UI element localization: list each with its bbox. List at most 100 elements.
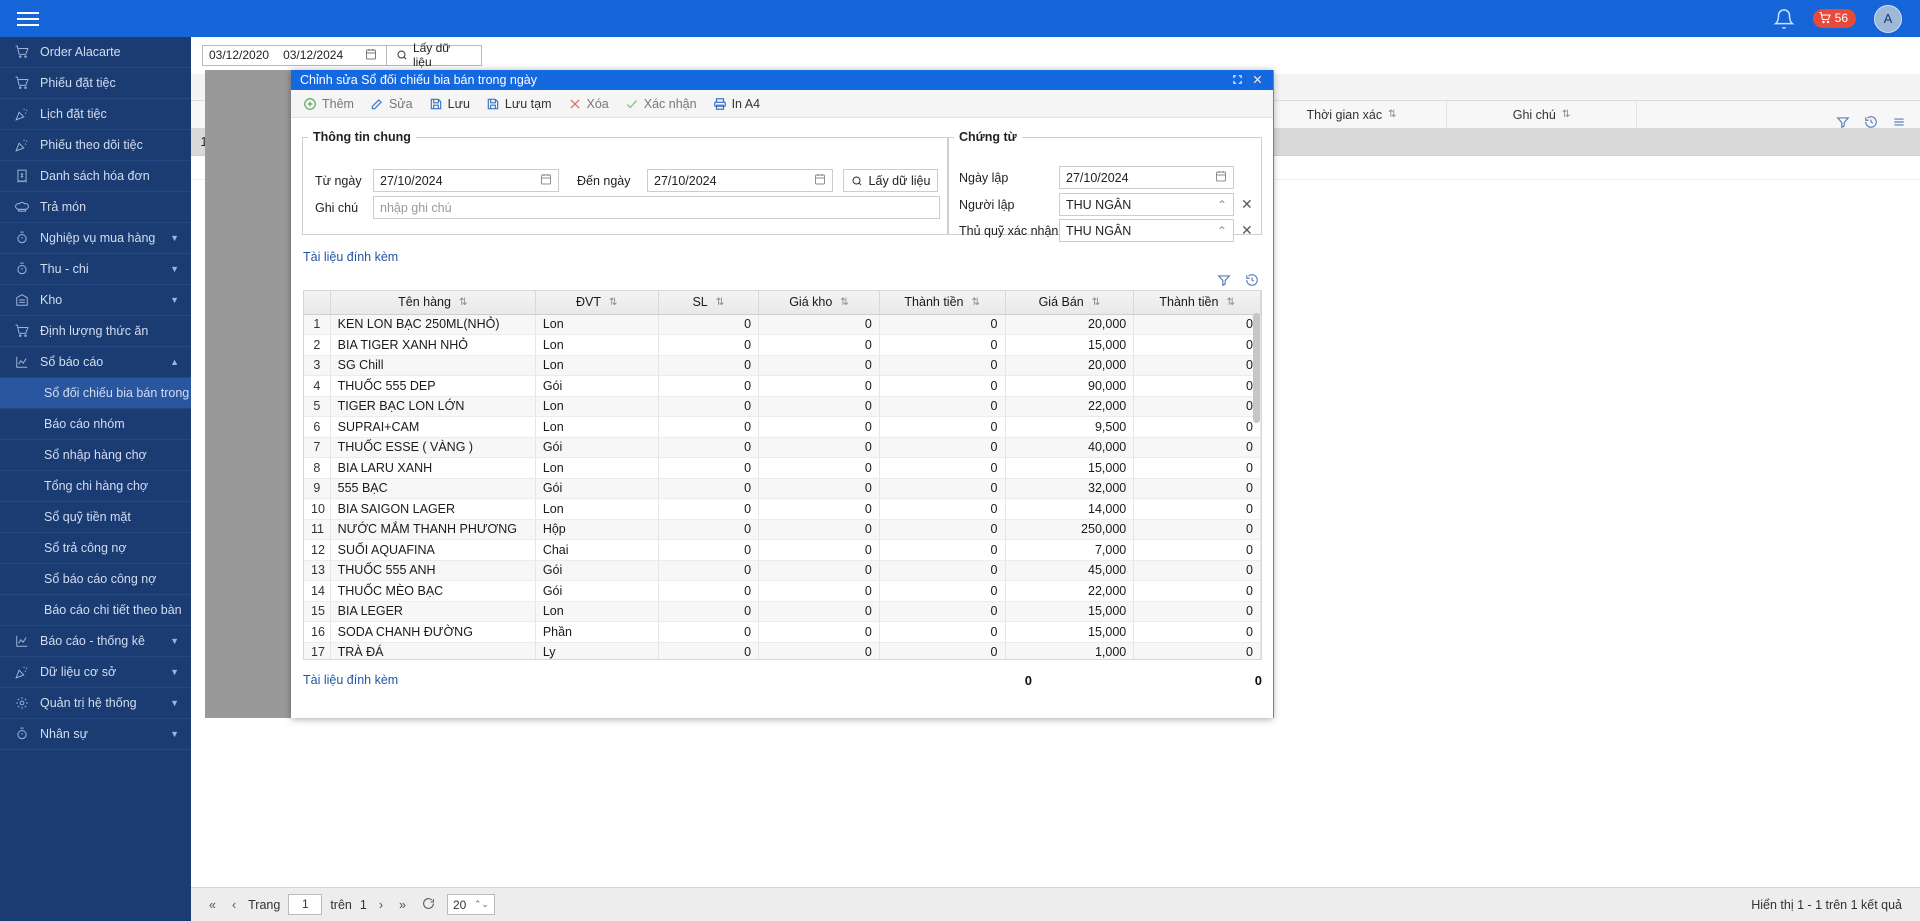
table-row[interactable]: 10 BIA SAIGON LAGER Lon 0 0 0 14,000 0 <box>304 498 1261 520</box>
dialog-add-button[interactable]: Thêm <box>303 97 354 111</box>
sidebar-item-17[interactable]: Sổ báo cáo công nợ <box>0 564 191 595</box>
page-size-select[interactable]: 20 ⌃⌄ <box>446 894 495 915</box>
hamburger-icon[interactable] <box>0 11 56 26</box>
sort-updown-icon[interactable]: ⇅ <box>840 297 848 308</box>
sort-updown-icon[interactable]: ⇅ <box>971 297 979 308</box>
dialog-print-button[interactable]: In A4 <box>713 97 760 111</box>
sidebar-item-13[interactable]: Sổ nhập hàng chợ <box>0 440 191 471</box>
table-row[interactable]: 2 BIA TIGER XANH NHỎ Lon 0 0 0 15,000 0 <box>304 334 1261 356</box>
columns-icon[interactable] <box>1892 115 1906 132</box>
table-row[interactable]: 17 TRÀ ĐÁ Ly 0 0 0 1,000 0 <box>304 642 1261 659</box>
calendar-icon[interactable] <box>814 173 826 188</box>
sort-updown-icon[interactable]: ⇅ <box>716 297 724 308</box>
table-col-4[interactable]: Giá kho ⇅ <box>758 291 880 315</box>
table-row[interactable]: 12 SUỐI AQUAFINA Chai 0 0 0 7,000 0 <box>304 539 1261 561</box>
sort-updown-icon[interactable]: ⇅ <box>459 297 467 308</box>
sidebar-item-16[interactable]: Sổ trả công nợ <box>0 533 191 564</box>
table-col-7[interactable]: Thành tiền ⇅ <box>1133 291 1261 315</box>
table-row[interactable]: 6 SUPRAI+CAM Lon 0 0 0 9,500 0 <box>304 416 1261 438</box>
sidebar-item-6[interactable]: Nghiệp vụ mua hàng ▼ <box>0 223 191 254</box>
sort-updown-icon[interactable]: ⇅ <box>1226 297 1234 308</box>
table-row[interactable]: 3 SG Chill Lon 0 0 0 20,000 0 <box>304 355 1261 376</box>
table-col-3[interactable]: SL ⇅ <box>658 291 760 315</box>
sort-updown-icon[interactable]: ⇅ <box>1092 297 1100 308</box>
calendar-icon[interactable] <box>540 173 552 188</box>
note-input[interactable]: nhập ghi chú <box>373 196 940 219</box>
chevron-down-icon[interactable]: ▼ <box>170 295 179 305</box>
sidebar-item-5[interactable]: Trả món <box>0 192 191 223</box>
to-date-input[interactable]: 27/10/2024 <box>647 169 833 192</box>
sort-updown-icon[interactable]: ⇅ <box>609 297 617 308</box>
date-range-box[interactable]: 03/12/2020 03/12/2024 <box>202 44 387 66</box>
cashier-select[interactable]: THU NGÂN ⌃ <box>1059 219 1234 242</box>
table-row[interactable]: 11 NƯỚC MẮM THANH PHƯƠNG Hộp 0 0 0 250,000 0 <box>304 519 1261 540</box>
pager-page-input[interactable]: 1 <box>288 894 323 915</box>
sidebar-item-14[interactable]: Tổng chi hàng chợ <box>0 471 191 502</box>
sidebar-item-22[interactable]: Nhân sự ▼ <box>0 719 191 750</box>
dialog-save-draft-button[interactable]: Lưu tạm <box>486 97 552 111</box>
sidebar-item-0[interactable]: Order Alacarte <box>0 37 191 68</box>
maximize-icon[interactable] <box>1227 73 1247 88</box>
table-row[interactable]: 13 THUỐC 555 ANH Gói 0 0 0 45,000 0 <box>304 560 1261 581</box>
next-page-icon[interactable]: › <box>375 898 387 912</box>
sidebar-item-18[interactable]: Báo cáo chi tiết theo bàn <box>0 595 191 626</box>
avatar[interactable]: A <box>1874 4 1902 33</box>
table-scrollbar[interactable] <box>1253 313 1260 423</box>
dialog-edit-button[interactable]: Sửa <box>370 97 413 111</box>
creator-select[interactable]: THU NGÂN ⌃ <box>1059 193 1234 216</box>
sort-updown-icon[interactable]: ⇅ <box>1388 109 1396 120</box>
last-page-icon[interactable]: » <box>395 898 410 912</box>
sidebar-item-7[interactable]: Thu - chi ▼ <box>0 254 191 285</box>
calendar-icon[interactable] <box>1215 170 1227 185</box>
first-page-icon[interactable]: « <box>205 898 220 912</box>
from-date-input[interactable]: 27/10/2024 <box>373 169 559 192</box>
sidebar-item-8[interactable]: Kho ▼ <box>0 285 191 316</box>
prev-page-icon[interactable]: ‹ <box>228 898 240 912</box>
chevron-down-icon[interactable]: ▼ <box>170 233 179 243</box>
sidebar-item-2[interactable]: Lịch đặt tiệc <box>0 99 191 130</box>
table-col-6[interactable]: Giá Bán ⇅ <box>1005 291 1135 315</box>
chevron-down-icon[interactable]: ▼ <box>170 667 179 677</box>
sidebar-item-20[interactable]: Dữ liệu cơ sở ▼ <box>0 657 191 688</box>
creator-clear-x-icon[interactable]: ✕ <box>1241 196 1253 213</box>
chevron-updown-icon[interactable]: ⌃ <box>1217 198 1227 212</box>
table-row[interactable]: 8 BIA LARU XANH Lon 0 0 0 15,000 0 <box>304 457 1261 479</box>
refresh-icon[interactable] <box>418 897 439 913</box>
sidebar-item-21[interactable]: Quản trị hệ thống ▼ <box>0 688 191 719</box>
cashier-clear-x-icon[interactable]: ✕ <box>1241 222 1253 239</box>
table-row[interactable]: 16 SODA CHANH ĐƯỜNG Phần 0 0 0 15,000 0 <box>304 621 1261 643</box>
sidebar-item-3[interactable]: Phiếu theo dõi tiệc <box>0 130 191 161</box>
attachment-link-bottom[interactable]: Tài liệu đính kèm <box>303 673 398 687</box>
sidebar-item-1[interactable]: Phiếu đặt tiệc <box>0 68 191 99</box>
sort-updown-icon[interactable]: ⇅ <box>1562 109 1570 120</box>
table-row[interactable]: 9 555 BẠC Gói 0 0 0 32,000 0 <box>304 478 1261 499</box>
chevron-down-icon[interactable]: ▼ <box>170 264 179 274</box>
sidebar-item-15[interactable]: Sổ quỹ tiền mặt <box>0 502 191 533</box>
table-row[interactable]: 15 BIA LEGER Lon 0 0 0 15,000 0 <box>304 601 1261 622</box>
filter-icon[interactable] <box>1836 115 1850 132</box>
bg-col-note[interactable]: Ghi chú ⇅ <box>1447 100 1637 129</box>
table-col-5[interactable]: Thành tiền ⇅ <box>879 291 1006 315</box>
close-icon[interactable] <box>1247 73 1267 88</box>
fetch-data-button[interactable]: Lấy dữ liệu <box>387 41 482 69</box>
table-col-2[interactable]: ĐVT ⇅ <box>535 291 659 315</box>
chevron-down-icon[interactable]: ▼ <box>170 636 179 646</box>
sidebar-item-12[interactable]: Báo cáo nhóm <box>0 409 191 440</box>
calendar-icon[interactable] <box>365 48 377 63</box>
dialog-save-button[interactable]: Lưu <box>429 97 470 111</box>
bg-col-time[interactable]: Thời gian xác ⇅ <box>1257 100 1447 129</box>
chevron-updown-icon[interactable]: ⌃ <box>1217 224 1227 238</box>
dialog-delete-button[interactable]: Xóa <box>568 97 609 111</box>
attachment-link-top[interactable]: Tài liệu đính kèm <box>303 250 398 264</box>
bell-icon[interactable] <box>1772 8 1795 30</box>
table-row[interactable]: 14 THUỐC MÈO BẠC Gói 0 0 0 22,000 0 <box>304 580 1261 602</box>
chevron-down-icon[interactable]: ▼ <box>170 698 179 708</box>
table-row[interactable]: 7 THUỐC ESSE ( VÀNG ) Gói 0 0 0 40,000 0 <box>304 437 1261 458</box>
table-row[interactable]: 4 THUỐC 555 DEP Gói 0 0 0 90,000 0 <box>304 375 1261 397</box>
dialog-confirm-button[interactable]: Xác nhận <box>625 97 697 111</box>
table-row[interactable]: 5 TIGER BẠC LON LỚN Lon 0 0 0 22,000 0 <box>304 396 1261 417</box>
sidebar-item-11[interactable]: Sổ đối chiếu bia bán trong ngày <box>0 378 191 409</box>
sidebar-item-19[interactable]: Báo cáo - thống kê ▼ <box>0 626 191 657</box>
chevron-up-icon[interactable]: ▲ <box>170 357 179 367</box>
dialog-fetch-data-button[interactable]: Lấy dữ liệu <box>843 169 938 192</box>
